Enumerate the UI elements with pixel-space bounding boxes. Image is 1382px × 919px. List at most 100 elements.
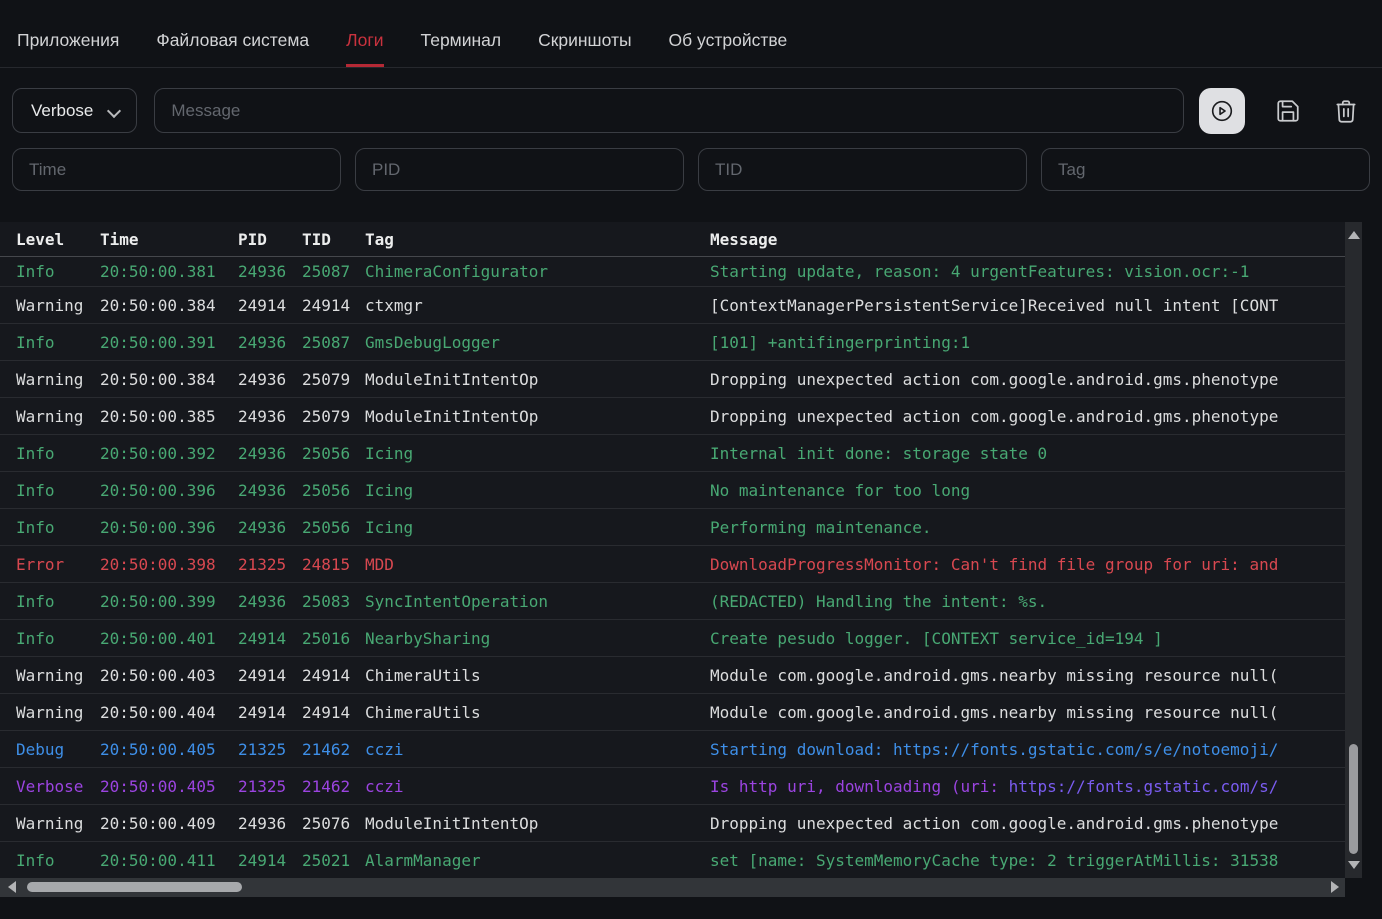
table-row[interactable]: Info20:50:00.4112491425021AlarmManagerse… [0, 842, 1362, 878]
cell-message: [ContextManagerPersistentService]Receive… [710, 296, 1346, 315]
cell-time: 20:50:00.392 [100, 444, 238, 463]
scroll-right-arrow-icon[interactable] [1331, 881, 1339, 893]
log-level-select[interactable]: Verbose [12, 88, 137, 133]
cell-message: Dropping unexpected action com.google.an… [710, 407, 1346, 426]
cell-time: 20:50:00.391 [100, 333, 238, 352]
vertical-scrollbar[interactable] [1345, 222, 1362, 878]
table-row[interactable]: Warning20:50:00.4092493625076ModuleInitI… [0, 805, 1362, 842]
cell-tid: 25056 [302, 444, 365, 463]
tab-filesystem[interactable]: Файловая система [156, 30, 309, 67]
cell-time: 20:50:00.396 [100, 518, 238, 537]
tag-filter-input[interactable] [1041, 148, 1370, 191]
table-row[interactable]: Warning20:50:00.3852493625079ModuleInitI… [0, 398, 1362, 435]
cell-tag: GmsDebugLogger [365, 333, 710, 352]
cell-tid: 24914 [302, 296, 365, 315]
cell-time: 20:50:00.404 [100, 703, 238, 722]
cell-pid: 24914 [238, 703, 302, 722]
vertical-scrollbar-thumb[interactable] [1349, 744, 1358, 854]
cell-time: 20:50:00.384 [100, 296, 238, 315]
cell-message: Performing maintenance. [710, 518, 1346, 537]
cell-pid: 24936 [238, 370, 302, 389]
time-filter-input[interactable] [12, 148, 341, 191]
cell-pid: 24914 [238, 666, 302, 685]
table-row[interactable]: Warning20:50:00.4042491424914ChimeraUtil… [0, 694, 1362, 731]
table-row[interactable]: Verbose20:50:00.4052132521462ccziIs http… [0, 768, 1362, 805]
tab-screenshots[interactable]: Скриншоты [538, 30, 631, 67]
table-row[interactable]: Info20:50:00.3962493625056IcingNo mainte… [0, 472, 1362, 509]
cell-level: Warning [16, 666, 100, 685]
cell-tid: 25087 [302, 333, 365, 352]
cell-tag: ChimeraConfigurator [365, 262, 710, 281]
scroll-left-arrow-icon[interactable] [8, 881, 16, 893]
message-filter-input[interactable] [154, 88, 1184, 133]
cell-pid: 24936 [238, 481, 302, 500]
cell-tag: ChimeraUtils [365, 703, 710, 722]
pid-filter-input[interactable] [355, 148, 684, 191]
play-circle-icon [1209, 98, 1235, 124]
cell-pid: 24914 [238, 851, 302, 870]
cell-time: 20:50:00.384 [100, 370, 238, 389]
cell-pid: 24936 [238, 333, 302, 352]
cell-pid: 24936 [238, 444, 302, 463]
tab-bar: Приложения Файловая система Логи Терминал Ск… [0, 0, 1382, 68]
cell-tid: 25021 [302, 851, 365, 870]
tid-filter-input[interactable] [698, 148, 1027, 191]
cell-message: Dropping unexpected action com.google.an… [710, 814, 1346, 833]
table-row[interactable]: Warning20:50:00.3842491424914ctxmgr[Cont… [0, 287, 1362, 324]
table-row[interactable]: Info20:50:00.3992493625083SyncIntentOper… [0, 583, 1362, 620]
cell-level: Info [16, 481, 100, 500]
cell-time: 20:50:00.405 [100, 740, 238, 759]
save-log-button[interactable] [1273, 96, 1303, 126]
horizontal-scrollbar[interactable] [0, 878, 1345, 897]
column-header-time: Time [100, 230, 238, 249]
cell-level: Verbose [16, 777, 100, 796]
trash-icon [1333, 98, 1359, 124]
cell-tag: MDD [365, 555, 710, 574]
table-row[interactable]: Info20:50:00.3912493625087GmsDebugLogger… [0, 324, 1362, 361]
log-toolbar: Verbose [12, 88, 1370, 133]
tab-logs[interactable]: Логи [346, 30, 383, 67]
tab-apps[interactable]: Приложения [17, 30, 119, 67]
cell-tid: 24815 [302, 555, 365, 574]
cell-time: 20:50:00.401 [100, 629, 238, 648]
horizontal-scrollbar-thumb[interactable] [27, 882, 242, 892]
scroll-up-arrow-icon[interactable] [1348, 231, 1360, 239]
cell-tag: ModuleInitIntentOp [365, 370, 710, 389]
cell-tag: cczi [365, 777, 710, 796]
start-logging-button[interactable] [1199, 88, 1245, 134]
table-row[interactable]: Debug20:50:00.4052132521462ccziStarting … [0, 731, 1362, 768]
scroll-down-arrow-icon[interactable] [1348, 861, 1360, 869]
cell-tag: ModuleInitIntentOp [365, 814, 710, 833]
clear-log-button[interactable] [1331, 96, 1361, 126]
cell-tag: Icing [365, 518, 710, 537]
cell-time: 20:50:00.385 [100, 407, 238, 426]
table-row[interactable]: Info20:50:00.3922493625056IcingInternal … [0, 435, 1362, 472]
table-row[interactable]: Warning20:50:00.3842493625079ModuleInitI… [0, 361, 1362, 398]
cell-tid: 25056 [302, 481, 365, 500]
cell-tid: 25087 [302, 262, 365, 281]
cell-pid: 24936 [238, 407, 302, 426]
table-row[interactable]: Info20:50:00.3962493625056IcingPerformin… [0, 509, 1362, 546]
cell-level: Info [16, 262, 100, 281]
cell-message: (REDACTED) Handling the intent: %s. [710, 592, 1346, 611]
cell-pid: 24936 [238, 814, 302, 833]
tab-terminal[interactable]: Терминал [421, 30, 502, 67]
cell-message: Module com.google.android.gms.nearby mis… [710, 703, 1346, 722]
cell-tid: 21462 [302, 777, 365, 796]
table-row[interactable]: Info20:50:00.3812493625087ChimeraConfigu… [0, 257, 1362, 287]
log-table: LevelTimePIDTIDTagMessage Info20:50:00.3… [0, 222, 1362, 878]
tab-about[interactable]: Об устройстве [669, 30, 788, 67]
table-row[interactable]: Info20:50:00.4012491425016NearbySharingC… [0, 620, 1362, 657]
cell-time: 20:50:00.403 [100, 666, 238, 685]
cell-tag: SyncIntentOperation [365, 592, 710, 611]
cell-message: No maintenance for too long [710, 481, 1346, 500]
table-row[interactable]: Error20:50:00.3982132524815MDDDownloadPr… [0, 546, 1362, 583]
column-header-tag: Tag [365, 230, 710, 249]
cell-level: Warning [16, 703, 100, 722]
save-icon [1275, 98, 1301, 124]
cell-pid: 24936 [238, 518, 302, 537]
table-row[interactable]: Warning20:50:00.4032491424914ChimeraUtil… [0, 657, 1362, 694]
cell-level: Info [16, 851, 100, 870]
cell-level: Info [16, 518, 100, 537]
cell-tid: 25079 [302, 370, 365, 389]
